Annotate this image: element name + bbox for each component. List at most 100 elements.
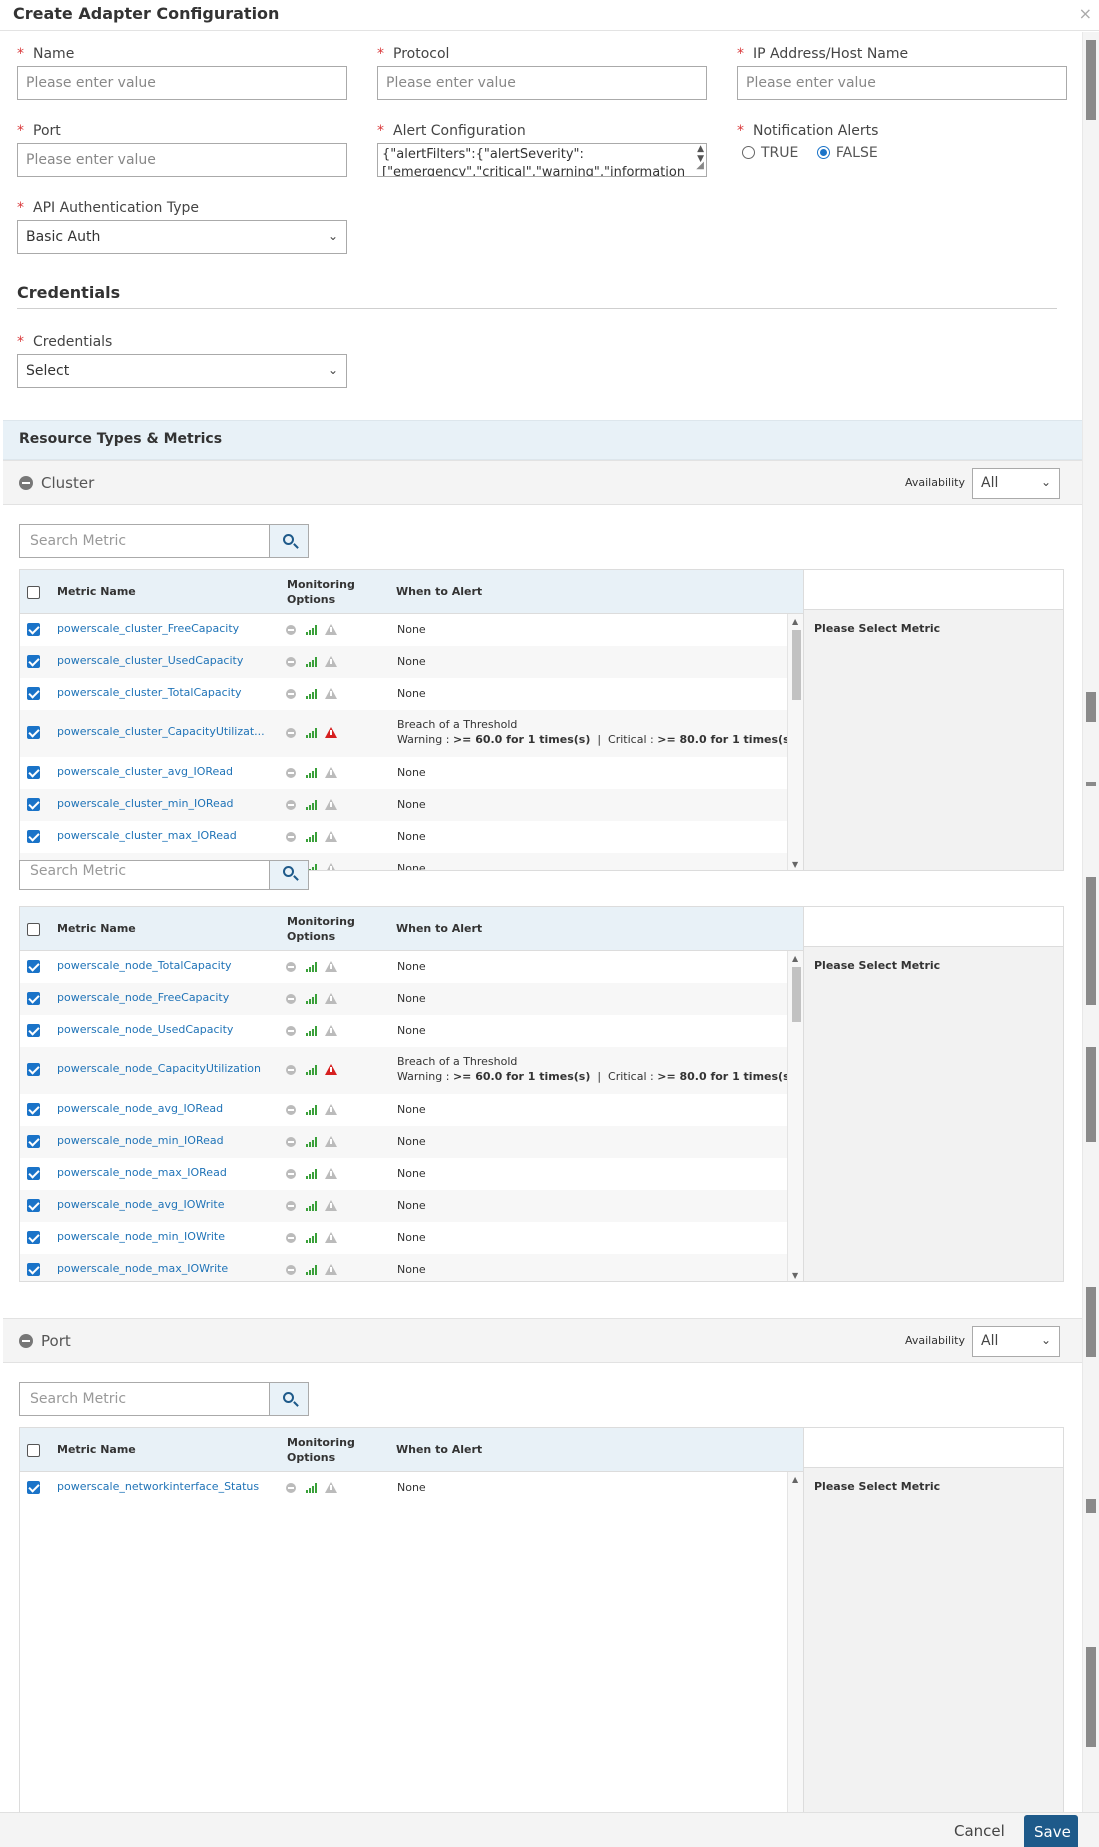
table-row[interactable]: powerscale_node_max_IORead None: [20, 1158, 787, 1190]
row-checkbox[interactable]: [27, 960, 40, 973]
search-metric-input[interactable]: Search Metric: [19, 1382, 270, 1416]
row-checkbox[interactable]: [27, 623, 40, 636]
signal-bars-icon[interactable]: [306, 1201, 318, 1211]
disable-icon[interactable]: [286, 1105, 296, 1115]
disable-icon[interactable]: [286, 1065, 296, 1075]
metric-name-link[interactable]: powerscale_node_min_IORead: [57, 1134, 224, 1147]
row-checkbox[interactable]: [27, 655, 40, 668]
scroll-down-icon[interactable]: ▼: [792, 1271, 798, 1280]
row-checkbox[interactable]: [27, 766, 40, 779]
resize-grip-icon[interactable]: ◢: [696, 157, 704, 175]
row-checkbox[interactable]: [27, 1135, 40, 1148]
metric-name-link[interactable]: powerscale_node_FreeCapacity: [57, 991, 229, 1004]
disable-icon[interactable]: [286, 1026, 296, 1036]
warning-triangle-icon[interactable]: [325, 1136, 337, 1147]
row-checkbox[interactable]: [27, 798, 40, 811]
save-button[interactable]: Save: [1024, 1815, 1078, 1847]
warning-triangle-icon[interactable]: [325, 799, 337, 810]
signal-bars-icon[interactable]: [306, 1265, 318, 1275]
disable-icon[interactable]: [286, 1265, 296, 1275]
metric-name-link[interactable]: powerscale_node_TotalCapacity: [57, 959, 232, 972]
warning-triangle-icon[interactable]: [325, 1200, 337, 1211]
signal-bars-icon[interactable]: [306, 1233, 318, 1243]
row-checkbox[interactable]: [27, 687, 40, 700]
table-row[interactable]: powerscale_networkinterface_Status None: [20, 1472, 787, 1504]
row-checkbox[interactable]: [27, 992, 40, 1005]
warning-triangle-icon[interactable]: [325, 961, 337, 972]
row-checkbox[interactable]: [27, 726, 40, 739]
radio-false[interactable]: FALSE: [816, 145, 878, 161]
metric-name-link[interactable]: powerscale_node_max_IOWrite: [57, 1262, 228, 1275]
table-row[interactable]: powerscale_node_avg_IOWrite None: [20, 1190, 787, 1222]
scrollbar-thumb[interactable]: [1086, 877, 1096, 1005]
table-row[interactable]: powerscale_node_max_IOWrite None: [20, 1254, 787, 1281]
disable-icon[interactable]: [286, 768, 296, 778]
row-checkbox[interactable]: [27, 1263, 40, 1276]
table-row[interactable]: powerscale_cluster_max_IORead None: [20, 821, 787, 853]
scrollbar-thumb[interactable]: [1086, 1287, 1096, 1357]
table-row[interactable]: powerscale_node_min_IORead None: [20, 1126, 787, 1158]
signal-bars-icon[interactable]: [306, 657, 318, 667]
metric-name-link[interactable]: powerscale_cluster_CapacityUtilizat...: [57, 725, 265, 738]
metric-name-link[interactable]: powerscale_cluster_FreeCapacity: [57, 622, 239, 635]
scrollbar-thumb[interactable]: [1086, 1647, 1096, 1747]
table-row[interactable]: powerscale_cluster_CapacityUtilizat... Br…: [20, 710, 787, 757]
metric-name-link[interactable]: powerscale_node_UsedCapacity: [57, 1023, 233, 1036]
cluster-group-bar[interactable]: Cluster Availability All ⌄: [3, 460, 1082, 505]
signal-bars-icon[interactable]: [306, 832, 318, 842]
table-row[interactable]: powerscale_node_avg_IORead None: [20, 1094, 787, 1126]
metric-name-link[interactable]: powerscale_cluster_UsedCapacity: [57, 654, 243, 667]
row-checkbox[interactable]: [27, 1481, 40, 1494]
search-metric-input[interactable]: Search Metric: [19, 860, 270, 890]
metric-name-link[interactable]: powerscale_cluster_min_IORead: [57, 797, 234, 810]
warning-triangle-icon[interactable]: [325, 993, 337, 1004]
warning-triangle-icon[interactable]: [325, 624, 337, 635]
select-all-checkbox[interactable]: [27, 586, 40, 599]
disable-icon[interactable]: [286, 689, 296, 699]
metric-name-link[interactable]: powerscale_node_max_IORead: [57, 1166, 227, 1179]
credentials-select[interactable]: Select ⌄: [17, 354, 347, 388]
metric-name-link[interactable]: powerscale_cluster_TotalCapacity: [57, 686, 242, 699]
table-scrollbar[interactable]: ▲▼: [787, 1472, 803, 1812]
select-all-checkbox[interactable]: [27, 1444, 40, 1457]
table-row[interactable]: powerscale_node_TotalCapacity None: [20, 951, 787, 983]
row-checkbox[interactable]: [27, 1199, 40, 1212]
metric-name-link[interactable]: powerscale_node_CapacityUtilization: [57, 1062, 261, 1075]
port-group-bar[interactable]: Port Availability All ⌄: [3, 1318, 1082, 1363]
disable-icon[interactable]: [286, 800, 296, 810]
metric-name-link[interactable]: powerscale_networkinterface_Status: [57, 1480, 259, 1493]
search-metric-input[interactable]: Search Metric: [19, 524, 270, 558]
table-row[interactable]: powerscale_cluster_TotalCapacity None: [20, 678, 787, 710]
search-button[interactable]: [269, 860, 309, 890]
disable-icon[interactable]: [286, 1483, 296, 1493]
disable-icon[interactable]: [286, 657, 296, 667]
signal-bars-icon[interactable]: [306, 689, 318, 699]
signal-bars-icon[interactable]: [306, 1065, 318, 1075]
table-row[interactable]: powerscale_cluster_avg_IORead None: [20, 757, 787, 789]
warning-triangle-icon[interactable]: [325, 688, 337, 699]
disable-icon[interactable]: [286, 1137, 296, 1147]
signal-bars-icon[interactable]: [306, 1169, 318, 1179]
table-scrollbar[interactable]: ▲▼: [787, 614, 803, 870]
radio-true-icon[interactable]: [742, 146, 755, 159]
warning-triangle-icon[interactable]: [325, 1064, 337, 1075]
availability-select[interactable]: All ⌄: [972, 1326, 1060, 1357]
scrollbar-thumb[interactable]: [792, 630, 801, 700]
row-checkbox[interactable]: [27, 1167, 40, 1180]
table-row[interactable]: powerscale_node_UsedCapacity None: [20, 1015, 787, 1047]
warning-triangle-icon[interactable]: [325, 831, 337, 842]
metric-name-link[interactable]: powerscale_node_avg_IOWrite: [57, 1198, 224, 1211]
select-all-checkbox[interactable]: [27, 923, 40, 936]
scroll-up-icon[interactable]: ▲: [792, 1475, 798, 1484]
disable-icon[interactable]: [286, 728, 296, 738]
table-row[interactable]: powerscale_cluster_min_IORead None: [20, 789, 787, 821]
warning-triangle-icon[interactable]: [325, 1104, 337, 1115]
row-checkbox[interactable]: [27, 1024, 40, 1037]
api-auth-select[interactable]: Basic Auth ⌄: [17, 220, 347, 254]
disable-icon[interactable]: [286, 1233, 296, 1243]
warning-triangle-icon[interactable]: [325, 1168, 337, 1179]
signal-bars-icon[interactable]: [306, 1483, 318, 1493]
warning-triangle-icon[interactable]: [325, 727, 337, 738]
alert-config-textarea[interactable]: {"alertFilters":{"alertSeverity": ["emer…: [377, 143, 707, 177]
table-row[interactable]: powerscale_node_min_IOWrite None: [20, 1222, 787, 1254]
